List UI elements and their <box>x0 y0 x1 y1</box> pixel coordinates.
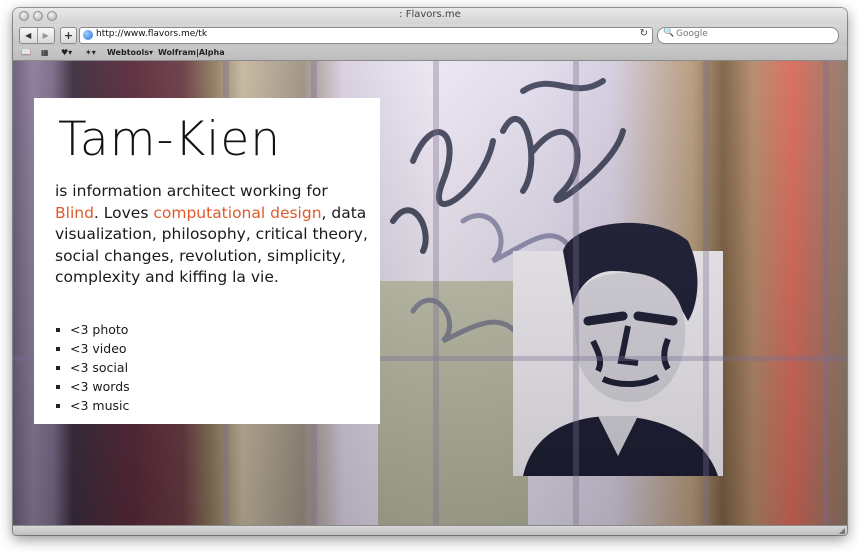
forward-arrow-icon: ▶ <box>42 31 49 40</box>
back-arrow-icon: ◀ <box>25 31 32 40</box>
bookmark-item-webtools[interactable]: Webtools▾ <box>107 48 153 57</box>
plus-icon: + <box>63 29 74 42</box>
fence-bar <box>433 61 439 526</box>
fence-bar <box>573 61 579 526</box>
forward-button[interactable]: ▶ <box>36 28 55 43</box>
profile-card: Tam-Kien is information architect workin… <box>34 98 380 424</box>
bookmark-item-heart[interactable]: ♥▾ <box>61 48 72 57</box>
fence-bar <box>823 61 829 526</box>
globe-icon <box>83 30 93 40</box>
loves-item-music[interactable]: <3 music <box>55 396 130 415</box>
reading-list-icon[interactable]: 📖 <box>21 48 31 57</box>
loves-list: <3 photo <3 video <3 social <3 words <3 … <box>55 320 130 415</box>
title-bar: : Flavors.me <box>13 8 847 24</box>
search-icon: 🔍 <box>663 28 675 38</box>
profile-name: Tam-Kien <box>58 112 282 167</box>
add-bookmark-button[interactable]: + <box>60 27 77 44</box>
loves-item-photo[interactable]: <3 photo <box>55 320 130 339</box>
bookmark-item-wolfram-alpha[interactable]: Wolfram|Alpha <box>158 48 225 57</box>
window-title: : Flavors.me <box>399 9 461 20</box>
interest-link[interactable]: computational design <box>153 204 321 222</box>
toolbar: ◀ ▶ + http://www.flavors.me/tk ↻ 🔍 <box>13 24 847 46</box>
bio-mid: . Loves <box>93 203 154 222</box>
back-button[interactable]: ◀ <box>20 28 37 43</box>
loves-item-social[interactable]: <3 social <box>55 358 130 377</box>
browser-window: : Flavors.me ◀ ▶ + http://www.flavors.me… <box>13 8 847 535</box>
resize-grip-icon[interactable]: ◢ <box>839 526 845 535</box>
page-content: Tam-Kien is information architect workin… <box>13 61 847 526</box>
company-link[interactable]: Blind <box>55 204 94 222</box>
profile-bio: is information architect working for Bli… <box>55 181 373 289</box>
address-bar[interactable]: http://www.flavors.me/tk ↻ <box>79 27 653 44</box>
reload-icon[interactable]: ↻ <box>640 28 648 39</box>
fence-bar <box>703 61 709 526</box>
url-text[interactable]: http://www.flavors.me/tk <box>96 29 207 39</box>
search-field[interactable]: 🔍 <box>657 27 839 44</box>
top-sites-grid-icon[interactable]: ▦ <box>41 48 49 57</box>
bio-prefix: is information architect working for <box>55 182 328 200</box>
status-bar: ◢ <box>13 525 847 535</box>
loves-item-video[interactable]: <3 video <box>55 339 130 358</box>
bookmark-item-star[interactable]: ✶▾ <box>85 48 96 57</box>
nav-buttons: ◀ ▶ <box>19 27 55 44</box>
loves-item-words[interactable]: <3 words <box>55 377 130 396</box>
search-input[interactable] <box>676 29 826 39</box>
bookmarks-bar: 📖 ▦ ♥▾ ✶▾ Webtools▾ Wolfram|Alpha <box>13 46 847 61</box>
